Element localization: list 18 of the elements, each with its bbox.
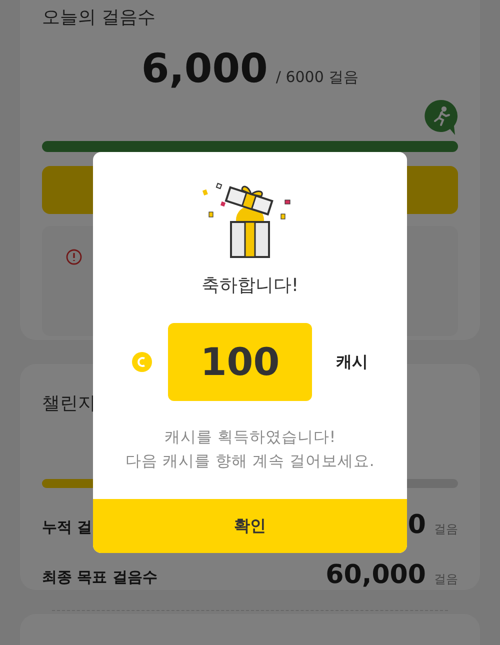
stat-label: 최종 목표 걸음수: [42, 566, 158, 588]
step-count: 6,000: [141, 45, 268, 94]
stat-unit: 걸음: [434, 571, 458, 588]
reward-amount: 100: [168, 323, 312, 401]
stat-unit: 걸음: [434, 521, 458, 538]
stat-value: 60,000: [326, 562, 426, 588]
card-title: 챌린지: [42, 392, 97, 416]
alert-icon: [66, 248, 82, 265]
stat-label: 누적 걸: [42, 516, 92, 538]
runner-icon: [424, 99, 458, 137]
card-title: 오늘의 걸음수: [42, 6, 157, 30]
dialog-message: 캐시를 획득하였습니다! 다음 캐시를 향해 계속 걸어보세요.: [126, 427, 374, 472]
step-goal: / 6000 걸음: [276, 67, 359, 88]
confirm-button[interactable]: 확인: [93, 499, 407, 553]
currency-label: 캐시: [336, 351, 368, 373]
coin-icon: [132, 352, 152, 372]
dialog-title: 축하합니다!: [201, 274, 299, 298]
stat-value: 0: [408, 512, 426, 538]
